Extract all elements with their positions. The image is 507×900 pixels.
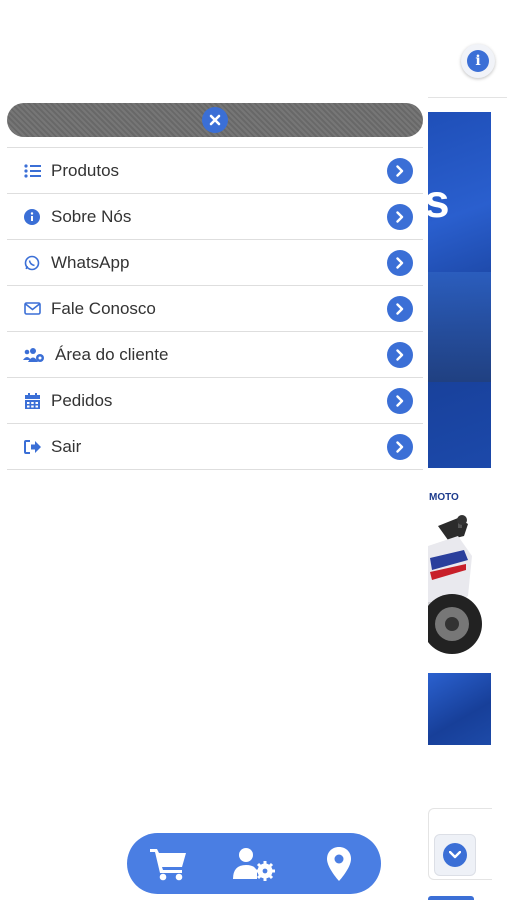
menu-item-label: Sobre Nós: [51, 206, 132, 226]
chevron-right-icon[interactable]: [387, 158, 413, 184]
close-icon[interactable]: [202, 107, 228, 133]
menu-item-sair[interactable]: Sair: [7, 423, 423, 470]
chevron-right-icon[interactable]: [387, 342, 413, 368]
user-cog-icon[interactable]: [230, 840, 278, 888]
menu-item-fale-conosco[interactable]: Fale Conosco: [7, 285, 423, 331]
expand-button[interactable]: [434, 834, 476, 876]
menu-item-whatsapp[interactable]: WhatsApp: [7, 239, 423, 285]
menu-list: Produtos Sobre Nós WhatsApp Fale Conosco…: [7, 147, 423, 470]
bottom-strip: [428, 896, 474, 900]
info-button[interactable]: i: [461, 44, 495, 78]
banner-stripe: [428, 272, 491, 382]
menu-item-label: WhatsApp: [51, 252, 130, 272]
menu-item-label: Pedidos: [51, 390, 113, 410]
chevron-right-icon[interactable]: [387, 388, 413, 414]
motorcycle-image[interactable]: [428, 506, 498, 671]
chevron-down-icon: [443, 843, 467, 867]
whatsapp-icon: [23, 254, 41, 272]
menu-item-label: Fale Conosco: [51, 298, 156, 318]
chevron-right-icon[interactable]: [387, 250, 413, 276]
secondary-banner[interactable]: [428, 673, 491, 745]
menu-item-area-do-cliente[interactable]: Área do cliente: [7, 331, 423, 377]
menu-item-label: Produtos: [51, 160, 120, 180]
chevron-right-icon[interactable]: [387, 296, 413, 322]
info-icon: i: [467, 50, 489, 72]
menu-item-sobre-nos[interactable]: Sobre Nós: [7, 193, 423, 239]
side-menu: Produtos Sobre Nós WhatsApp Fale Conosco…: [0, 0, 428, 900]
moto-label: MOTO: [429, 492, 459, 503]
menu-item-pedidos[interactable]: Pedidos: [7, 377, 423, 423]
cart-icon[interactable]: [145, 840, 193, 888]
info-icon: [23, 208, 41, 226]
close-menu-bar[interactable]: [7, 103, 423, 137]
chevron-right-icon[interactable]: [387, 204, 413, 230]
map-marker-icon[interactable]: [315, 840, 363, 888]
menu-item-label: Sair: [51, 436, 82, 456]
calendar-icon: [23, 392, 41, 410]
envelope-icon: [23, 300, 41, 318]
list-icon: [23, 162, 41, 180]
menu-item-produtos[interactable]: Produtos: [7, 147, 423, 193]
chevron-right-icon[interactable]: [387, 434, 413, 460]
bottom-action-bar: [127, 833, 381, 894]
menu-item-label: Área do cliente: [55, 344, 169, 364]
banner-letter: s: [428, 175, 450, 227]
sign-out-icon: [23, 438, 41, 456]
hero-banner[interactable]: s: [428, 112, 491, 468]
header-divider: [428, 97, 507, 98]
users-cog-icon: [23, 346, 45, 364]
